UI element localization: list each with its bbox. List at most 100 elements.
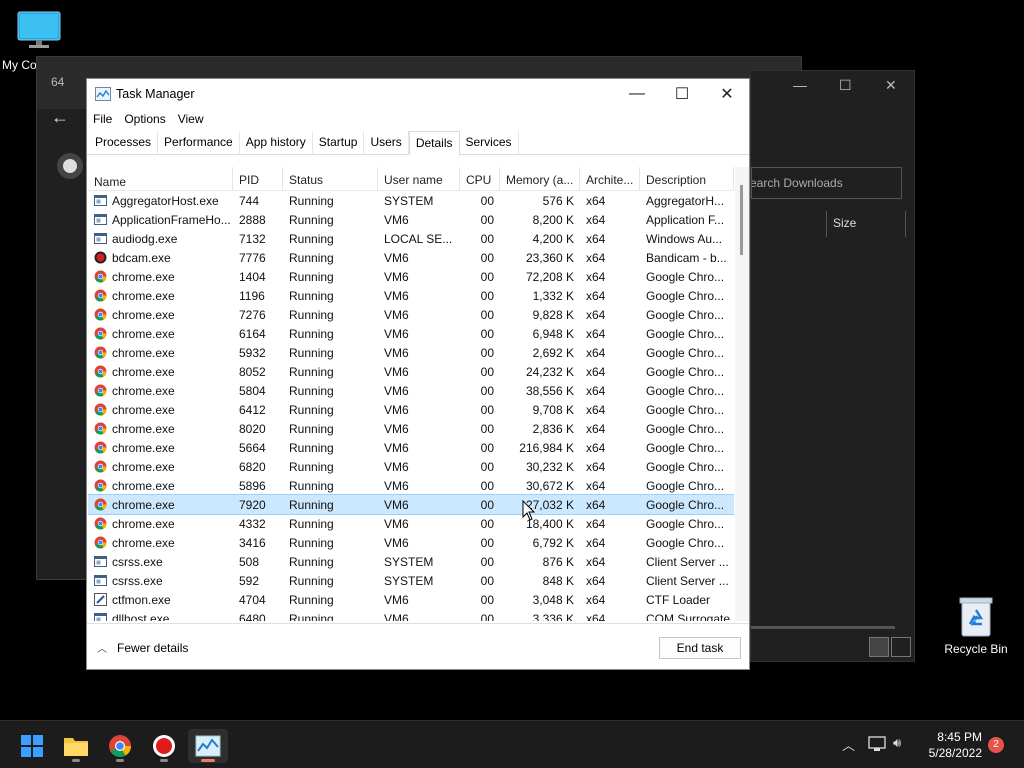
table-row[interactable]: ApplicationFrameHo... 2888 Running VM6 00 8,2… — [88, 210, 734, 229]
taskbar-task-manager[interactable] — [188, 729, 228, 763]
column-header-name[interactable]: Name — [88, 167, 233, 190]
column-header-status[interactable]: Status — [283, 167, 378, 190]
menu-file[interactable]: File — [93, 109, 118, 131]
table-row[interactable]: bdcam.exe 7776 Running VM6 00 23,360 K x64 Band… — [88, 248, 734, 267]
cell-status: Running — [289, 307, 334, 322]
minimize-icon[interactable]: — — [793, 77, 807, 93]
start-button[interactable] — [12, 729, 52, 763]
tab-app-history[interactable]: App history — [240, 131, 313, 155]
cell-name: chrome.exe — [88, 517, 233, 531]
fewer-details-toggle[interactable]: ︿ Fewer details — [97, 640, 188, 656]
background-downloads-window[interactable]: — ☐ ✕ Search Downloads Size — [750, 70, 915, 662]
cell-cpu: 00 — [480, 402, 494, 417]
process-name: csrss.exe — [112, 554, 163, 569]
column-header-architecture[interactable]: Archite... — [580, 167, 640, 190]
cell-pid: 2888 — [239, 212, 266, 227]
column-header-pid[interactable]: PID — [233, 167, 283, 190]
cell-desc: Application F... — [646, 212, 725, 227]
process-name: dllhost.exe — [112, 611, 170, 622]
task-manager-window[interactable]: Task Manager — ☐ ✕ File Options View Pro… — [86, 78, 750, 670]
table-row[interactable]: chrome.exe 4332 Running VM6 00 18,400 K x64 Goo… — [88, 514, 734, 533]
chrome-logo-icon — [57, 153, 83, 179]
table-row[interactable]: AggregatorHost.exe 744 Running SYSTEM 00 576 … — [88, 191, 734, 210]
table-row[interactable]: chrome.exe 6164 Running VM6 00 6,948 K x64 Goog… — [88, 324, 734, 343]
tab-users[interactable]: Users — [364, 131, 409, 155]
cell-arch: x64 — [586, 193, 606, 208]
title-bar[interactable]: Task Manager — ☐ ✕ — [87, 79, 749, 109]
cell-status: Running — [289, 288, 334, 303]
network-icon[interactable] — [868, 736, 886, 752]
cell-arch: x64 — [586, 516, 606, 531]
cell-desc: Google Chro... — [646, 497, 725, 512]
table-row[interactable]: chrome.exe 6412 Running VM6 00 9,708 K x64 Goog… — [88, 400, 734, 419]
cell-user: SYSTEM — [384, 554, 434, 569]
tab-processes[interactable]: Processes — [89, 131, 159, 155]
my-computer-icon[interactable] — [16, 10, 62, 50]
table-row[interactable]: ctfmon.exe 4704 Running VM6 00 3,048 K x64 CTF … — [88, 590, 734, 609]
size-column-header[interactable]: Size — [826, 211, 906, 237]
search-downloads-input[interactable]: Search Downloads — [751, 167, 902, 199]
minimize-button[interactable]: — — [614, 79, 660, 109]
scrollbar-thumb[interactable] — [740, 185, 743, 255]
maximize-icon: ☐ — [674, 86, 690, 103]
table-row[interactable]: chrome.exe 5932 Running VM6 00 2,692 K x64 Goog… — [88, 343, 734, 362]
recycle-bin[interactable]: Recycle Bin — [940, 596, 1012, 656]
end-task-button[interactable]: End task — [659, 637, 741, 659]
notification-badge[interactable]: 2 — [988, 737, 1004, 753]
process-name: chrome.exe — [112, 269, 175, 284]
preview-view-icon[interactable] — [891, 637, 911, 657]
table-row[interactable]: chrome.exe 5896 Running VM6 00 30,672 K x64 Goo… — [88, 476, 734, 495]
table-row[interactable]: chrome.exe 8052 Running VM6 00 24,232 K x64 Goo… — [88, 362, 734, 381]
table-row[interactable]: chrome.exe 6820 Running VM6 00 30,232 K x64 Goo… — [88, 457, 734, 476]
close-icon: ✕ — [720, 86, 734, 103]
close-icon[interactable]: ✕ — [885, 77, 897, 94]
menu-options[interactable]: Options — [124, 109, 171, 131]
menu-view[interactable]: View — [178, 109, 210, 131]
maximize-icon[interactable]: ☐ — [839, 77, 852, 94]
table-row[interactable]: csrss.exe 508 Running SYSTEM 00 876 K x64 Clien… — [88, 552, 734, 571]
details-view-icon[interactable] — [869, 637, 889, 657]
taskbar-bandicam[interactable] — [144, 729, 184, 763]
cell-user: VM6 — [384, 383, 409, 398]
record-icon — [94, 251, 107, 264]
tab-performance[interactable]: Performance — [158, 131, 240, 155]
table-row[interactable]: chrome.exe 5664 Running VM6 00 216,984 K x64 Go… — [88, 438, 734, 457]
column-header-user-name[interactable]: User name — [378, 167, 460, 190]
column-header-cpu[interactable]: CPU — [460, 167, 500, 190]
table-row[interactable]: chrome.exe 8020 Running VM6 00 2,836 K x64 Goog… — [88, 419, 734, 438]
tab-services[interactable]: Services — [460, 131, 519, 155]
maximize-button[interactable]: ☐ — [659, 79, 705, 109]
view-toggle-group[interactable] — [869, 637, 911, 657]
volume-icon[interactable]: 🔊︎ — [893, 735, 901, 751]
table-row[interactable]: chrome.exe 5804 Running VM6 00 38,556 K x64 Goo… — [88, 381, 734, 400]
pen-icon — [94, 593, 107, 606]
details-table[interactable]: ^ Name PID Status User name CPU Memory (… — [88, 167, 734, 621]
cell-name: chrome.exe — [88, 384, 233, 398]
close-button[interactable]: ✕ — [704, 79, 750, 109]
tab-startup[interactable]: Startup — [313, 131, 365, 155]
back-arrow-icon[interactable]: ← — [51, 107, 69, 128]
cell-cpu: 00 — [480, 611, 494, 622]
table-row[interactable]: chrome.exe 1404 Running VM6 00 72,208 K x64 Goo… — [88, 267, 734, 286]
table-row[interactable]: dllhost.exe 6480 Running VM6 00 3,336 K x64 COM… — [88, 609, 734, 621]
task-manager-app-icon — [95, 87, 111, 101]
cell-status: Running — [289, 212, 334, 227]
column-header-description[interactable]: Description — [640, 167, 734, 190]
system-clock[interactable]: 8:45 PM 5/28/2022 — [918, 729, 982, 761]
show-hidden-icons-chevron-icon[interactable]: ︿ — [842, 735, 855, 754]
table-row[interactable]: audiodg.exe 7132 Running LOCAL SE... 00 4,200… — [88, 229, 734, 248]
table-row[interactable]: csrss.exe 592 Running SYSTEM 00 848 K x64 Clien… — [88, 571, 734, 590]
cell-desc: Google Chro... — [646, 326, 725, 341]
table-row[interactable]: chrome.exe 3416 Running VM6 00 6,792 K x64 Goog… — [88, 533, 734, 552]
column-header-memory[interactable]: Memory (a... — [500, 167, 580, 190]
tab-details[interactable]: Details — [408, 131, 460, 156]
table-row[interactable]: chrome.exe 1196 Running VM6 00 1,332 K x64 Goog… — [88, 286, 734, 305]
table-row[interactable]: chrome.exe 7276 Running VM6 00 9,828 K x64 Goog… — [88, 305, 734, 324]
cell-desc: Client Server ... — [646, 573, 729, 588]
taskbar-file-explorer[interactable] — [56, 729, 96, 763]
taskbar-chrome[interactable] — [100, 729, 140, 763]
browser-tab-title[interactable]: 64 — [51, 75, 64, 89]
horizontal-scrollbar[interactable] — [751, 626, 895, 629]
table-row[interactable]: chrome.exe 7920 Running VM6 00 27,032 K x64 Goo… — [88, 494, 734, 515]
vertical-scrollbar[interactable] — [735, 167, 749, 621]
